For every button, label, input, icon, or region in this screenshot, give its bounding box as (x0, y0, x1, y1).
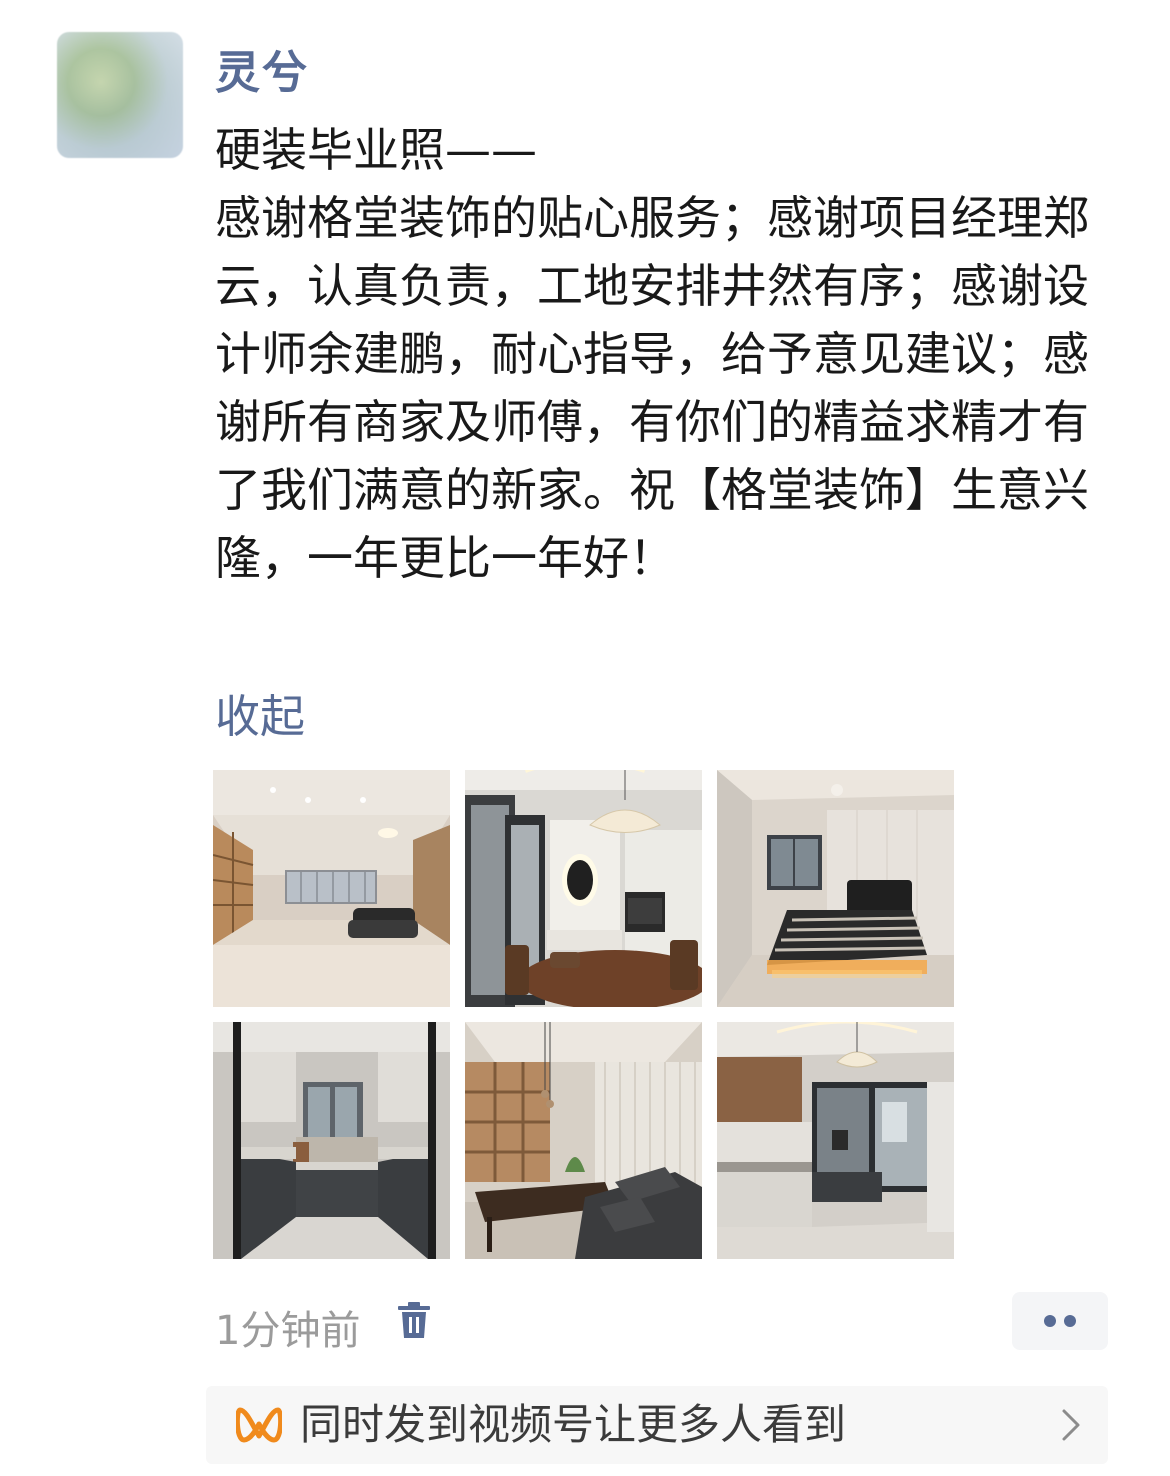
chevron-right-icon (1060, 1408, 1082, 1442)
author-name[interactable]: 灵兮 (215, 36, 309, 101)
trash-icon[interactable] (396, 1300, 432, 1340)
post-text: 硬装毕业照—— 感谢格堂装饰的贴心服务；感谢项目经理郑云，认真负责，工地安排井然… (215, 123, 1089, 585)
share-to-channels-bar[interactable]: 同时发到视频号让更多人看到 (206, 1386, 1108, 1464)
photo-dining-area[interactable] (465, 770, 702, 1007)
author-avatar[interactable] (57, 32, 183, 158)
more-dot (1064, 1315, 1076, 1327)
post-timestamp: 1分钟前 (215, 1308, 361, 1354)
photo-kitchen[interactable] (213, 1022, 450, 1259)
photo-living-room[interactable] (213, 770, 450, 1007)
photo-open-kitchen[interactable] (717, 1022, 954, 1259)
photo-bedroom[interactable] (717, 770, 954, 1007)
photo-living-dining[interactable] (465, 1022, 702, 1259)
channels-bar-label: 同时发到视频号让更多人看到 (300, 1400, 847, 1449)
channels-logo-icon (234, 1406, 284, 1444)
collapse-link[interactable]: 收起 (215, 680, 305, 745)
photo-grid (213, 770, 955, 1259)
more-dots-icon[interactable] (1012, 1292, 1108, 1350)
more-dot (1044, 1315, 1056, 1327)
